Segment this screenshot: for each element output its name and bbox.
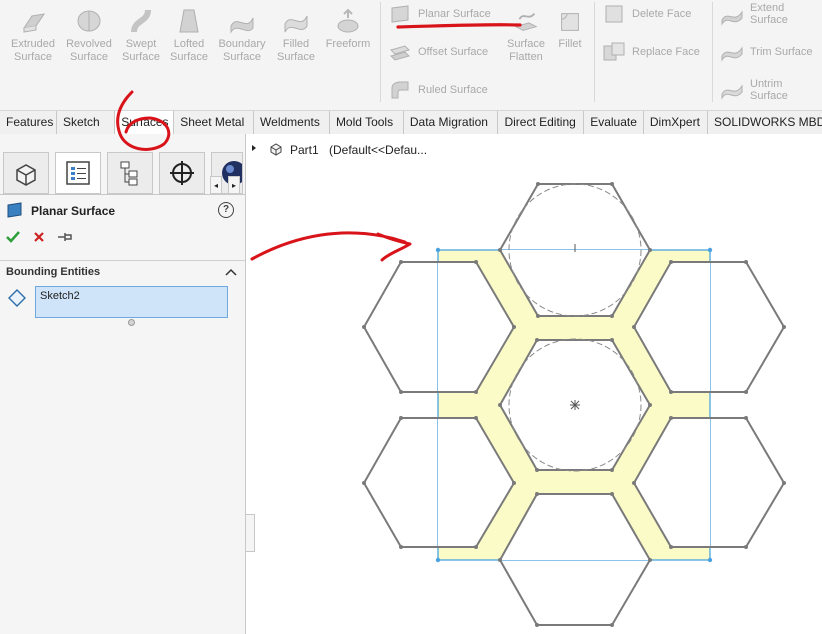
command-ribbon: Extruded Surface Revolved Surface Swept Sur… bbox=[0, 0, 822, 110]
revolved-surface-button[interactable]: Revolved Surface bbox=[62, 6, 116, 64]
bounding-entities-list[interactable]: Sketch2 bbox=[35, 286, 228, 318]
freeform-button[interactable]: Freeform bbox=[322, 6, 374, 51]
planar-surface-button[interactable]: Planar Surface bbox=[388, 2, 491, 26]
property-manager-panel: ◂ ▸ Planar Surface ? Bounding Entities S… bbox=[0, 134, 246, 634]
untrim-surface-icon bbox=[721, 84, 743, 100]
surface-flatten-icon bbox=[514, 12, 538, 31]
close-icon[interactable] bbox=[33, 231, 45, 243]
tab-solidworks-mbd[interactable]: SOLIDWORKS MBD bbox=[708, 111, 822, 134]
bounding-entities-header: Bounding Entities bbox=[6, 266, 101, 278]
tab-features[interactable]: Features bbox=[0, 111, 57, 134]
trim-surface-button[interactable]: Trim Surface bbox=[720, 40, 813, 64]
fillet-icon bbox=[561, 13, 579, 31]
panel-tab-bar: ◂ ▸ bbox=[0, 148, 245, 195]
ruled-surface-icon bbox=[391, 81, 409, 99]
tab-direct-editing[interactable]: Direct Editing bbox=[498, 111, 585, 134]
replace-face-icon bbox=[603, 42, 625, 61]
lofted-surface-button[interactable]: Lofted Surface bbox=[164, 6, 214, 64]
boundary-surface-button[interactable]: Boundary Surface bbox=[214, 6, 270, 64]
configuration-icon bbox=[120, 161, 138, 186]
untrim-surface-button[interactable]: Untrim Surface bbox=[720, 78, 822, 102]
tab-evaluate[interactable]: Evaluate bbox=[584, 111, 644, 134]
tab-sketch[interactable]: Sketch bbox=[57, 111, 116, 134]
delete-face-button[interactable]: Delete Face bbox=[602, 2, 691, 26]
extruded-surface-icon bbox=[22, 13, 46, 33]
tab-sheet-metal[interactable]: Sheet Metal bbox=[174, 111, 255, 134]
tab-dimxpert[interactable]: DimXpert bbox=[644, 111, 708, 134]
trim-surface-icon bbox=[721, 46, 743, 62]
command-manager-tabs: Features Sketch Surfaces Sheet Metal Wel… bbox=[0, 110, 822, 135]
lofted-surface-icon bbox=[179, 9, 199, 33]
revolved-surface-icon bbox=[77, 10, 101, 32]
tab-scroll-left-button[interactable]: ◂ bbox=[210, 176, 222, 194]
property-list-icon bbox=[66, 161, 90, 185]
list-item[interactable]: Sketch2 bbox=[40, 290, 80, 302]
swept-surface-button[interactable]: Swept Surface bbox=[116, 6, 166, 64]
extruded-surface-button[interactable]: Extruded Surface bbox=[6, 6, 60, 64]
filled-surface-button[interactable]: Filled Surface bbox=[270, 6, 322, 64]
extend-surface-button[interactable]: Extend Surface bbox=[720, 2, 822, 26]
list-resize-handle[interactable] bbox=[128, 319, 135, 326]
dimxpert-manager-tab[interactable] bbox=[159, 152, 205, 194]
extend-surface-icon bbox=[721, 10, 743, 26]
ruled-surface-button[interactable]: Ruled Surface bbox=[388, 78, 488, 102]
section-divider bbox=[0, 260, 245, 261]
graphics-area: Part1 (Default<<Defau... bbox=[246, 134, 822, 634]
surface-flatten-button[interactable]: Surface Flatten bbox=[502, 8, 550, 64]
planar-surface-icon bbox=[391, 5, 409, 23]
selection-diamond-icon bbox=[8, 289, 26, 307]
tab-weldments[interactable]: Weldments bbox=[254, 111, 330, 134]
offset-surface-button[interactable]: Offset Surface bbox=[388, 40, 488, 64]
delete-face-icon bbox=[605, 5, 623, 23]
configuration-manager-tab[interactable] bbox=[107, 152, 153, 194]
crosshair-icon bbox=[170, 161, 194, 185]
tab-scroll-right-button[interactable]: ▸ bbox=[228, 176, 240, 194]
ribbon-separator bbox=[712, 2, 713, 102]
chevron-up-icon[interactable] bbox=[225, 267, 237, 277]
part-icon bbox=[16, 164, 36, 186]
help-button[interactable]: ? bbox=[218, 202, 234, 218]
filled-surface-icon bbox=[284, 15, 308, 33]
boundary-surface-icon bbox=[230, 17, 254, 34]
ribbon-separator bbox=[594, 2, 595, 102]
panel-collapse-handle[interactable] bbox=[246, 514, 255, 552]
tab-data-migration[interactable]: Data Migration bbox=[404, 111, 499, 134]
feature-manager-tab[interactable] bbox=[3, 152, 49, 194]
pushpin-icon[interactable] bbox=[57, 230, 73, 244]
offset-surface-icon bbox=[390, 45, 410, 61]
tab-surfaces[interactable]: Surfaces bbox=[115, 111, 175, 134]
tab-mold-tools[interactable]: Mold Tools bbox=[330, 111, 404, 134]
panel-title: Planar Surface bbox=[31, 204, 116, 218]
replace-face-button[interactable]: Replace Face bbox=[602, 40, 700, 64]
planar-surface-icon bbox=[7, 202, 22, 218]
annotation-arrow bbox=[250, 231, 412, 262]
property-manager-tab[interactable] bbox=[55, 152, 101, 194]
model-viewport bbox=[250, 182, 786, 627]
ribbon-separator bbox=[380, 2, 381, 102]
fillet-button[interactable]: Fillet bbox=[552, 8, 588, 51]
check-icon[interactable] bbox=[6, 230, 20, 244]
freeform-icon bbox=[337, 8, 359, 33]
swept-surface-icon bbox=[131, 9, 151, 33]
